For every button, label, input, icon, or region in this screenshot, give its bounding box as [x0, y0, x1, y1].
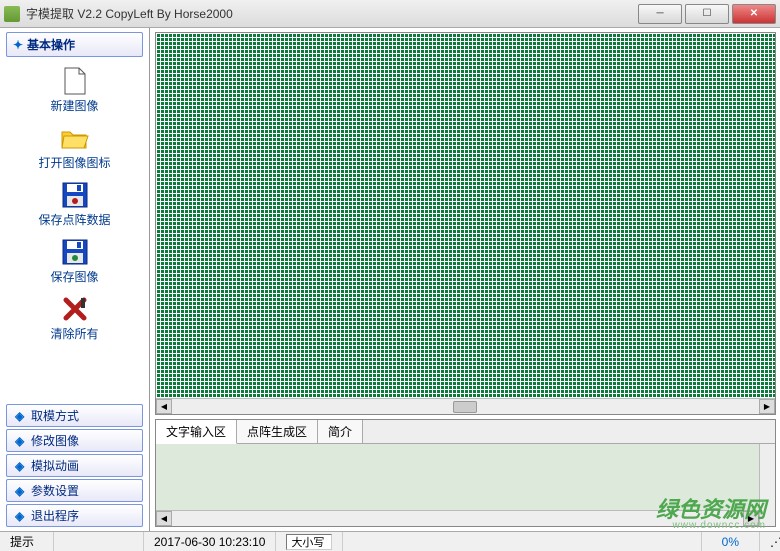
menu-edit-image[interactable]: ◈ 修改图像 [6, 429, 143, 452]
menu-label: 参数设置 [31, 482, 79, 499]
save-image-button[interactable]: 保存图像 [6, 236, 143, 287]
menu-exit[interactable]: ◈ 退出程序 [6, 504, 143, 527]
spacer [6, 352, 143, 404]
diamond-icon: ◈ [15, 409, 25, 423]
main-area: ◀ ▶ 文字输入区 点阵生成区 简介 ◀ ▶ [150, 28, 780, 531]
save-matrix-label: 保存点阵数据 [38, 211, 110, 228]
icon-list: 新建图像 打开图像图标 保存点阵数据 保存图像 [6, 61, 143, 352]
window-buttons: ─ ☐ ✕ [638, 4, 776, 24]
diamond-icon: ◈ [15, 484, 25, 498]
status-datetime: 2017-06-30 10:23:10 [144, 532, 276, 551]
menu-label: 模拟动画 [31, 457, 79, 474]
textarea-scrollbar-v[interactable] [759, 444, 775, 526]
status-hint: 提示 [0, 532, 54, 551]
new-image-label: 新建图像 [50, 97, 98, 114]
save-matrix-button[interactable]: 保存点阵数据 [6, 179, 143, 230]
tab-text-input[interactable]: 文字输入区 [156, 420, 237, 444]
scroll-right-icon[interactable]: ▶ [743, 511, 759, 526]
status-resize-grip[interactable]: ⋰ [760, 532, 780, 551]
canvas-panel: ◀ ▶ [155, 32, 776, 415]
window-title: 字模提取 V2.2 CopyLeft By Horse2000 [26, 5, 638, 22]
tab-about[interactable]: 简介 [318, 420, 363, 443]
open-image-label: 打开图像图标 [38, 154, 110, 171]
minimize-button[interactable]: ─ [638, 4, 682, 24]
save-image-label: 保存图像 [50, 268, 98, 285]
caps-indicator [286, 534, 332, 550]
sidebar-header-basic[interactable]: ✦ 基本操作 [6, 32, 143, 57]
canvas-scrollbar-h[interactable]: ◀ ▶ [156, 398, 775, 414]
menu-label: 取模方式 [31, 407, 79, 424]
tabs-panel: 文字输入区 点阵生成区 简介 ◀ ▶ [155, 419, 776, 527]
menu-label: 修改图像 [31, 432, 79, 449]
status-spacer-1 [54, 532, 144, 551]
open-image-button[interactable]: 打开图像图标 [6, 122, 143, 173]
sidebar: ✦ 基本操作 新建图像 打开图像图标 保存点阵数据 [0, 28, 150, 531]
sidebar-header-label: 基本操作 [27, 36, 75, 53]
pixel-canvas[interactable] [156, 33, 775, 398]
tab-content: ◀ ▶ [156, 444, 775, 526]
scroll-left-icon[interactable]: ◀ [156, 511, 172, 526]
scroll-thumb[interactable] [453, 401, 477, 413]
menu-settings[interactable]: ◈ 参数设置 [6, 479, 143, 502]
diamond-icon: ◈ [15, 509, 25, 523]
status-caps [276, 532, 343, 551]
scroll-left-icon[interactable]: ◀ [156, 399, 172, 414]
statusbar: 提示 2017-06-30 10:23:10 0% ⋰ [0, 531, 780, 551]
tab-row: 文字输入区 点阵生成区 简介 [156, 420, 775, 444]
floppy-disk-icon [59, 238, 91, 266]
maximize-button[interactable]: ☐ [685, 4, 729, 24]
titlebar: 字模提取 V2.2 CopyLeft By Horse2000 ─ ☐ ✕ [0, 0, 780, 28]
clear-x-icon [59, 295, 91, 323]
status-spacer-2 [343, 532, 701, 551]
floppy-disk-icon [59, 181, 91, 209]
clear-all-button[interactable]: 清除所有 [6, 293, 143, 344]
collapse-icon: ✦ [13, 38, 23, 52]
menu-label: 退出程序 [31, 507, 79, 524]
menu-simulate-anim[interactable]: ◈ 模拟动画 [6, 454, 143, 477]
body: ✦ 基本操作 新建图像 打开图像图标 保存点阵数据 [0, 28, 780, 531]
app-icon [4, 6, 20, 22]
new-image-button[interactable]: 新建图像 [6, 65, 143, 116]
folder-open-icon [59, 124, 91, 152]
diamond-icon: ◈ [15, 459, 25, 473]
menu-extraction-mode[interactable]: ◈ 取模方式 [6, 404, 143, 427]
tab-matrix-output[interactable]: 点阵生成区 [237, 420, 318, 443]
clear-all-label: 清除所有 [50, 325, 98, 342]
close-button[interactable]: ✕ [732, 4, 776, 24]
textarea-scrollbar-h[interactable]: ◀ ▶ [156, 510, 759, 526]
status-percent: 0% [702, 532, 760, 551]
menu-items: ◈ 取模方式 ◈ 修改图像 ◈ 模拟动画 ◈ 参数设置 ◈ 退出程序 [6, 404, 143, 527]
scroll-right-icon[interactable]: ▶ [759, 399, 775, 414]
document-icon [59, 67, 91, 95]
diamond-icon: ◈ [15, 434, 25, 448]
